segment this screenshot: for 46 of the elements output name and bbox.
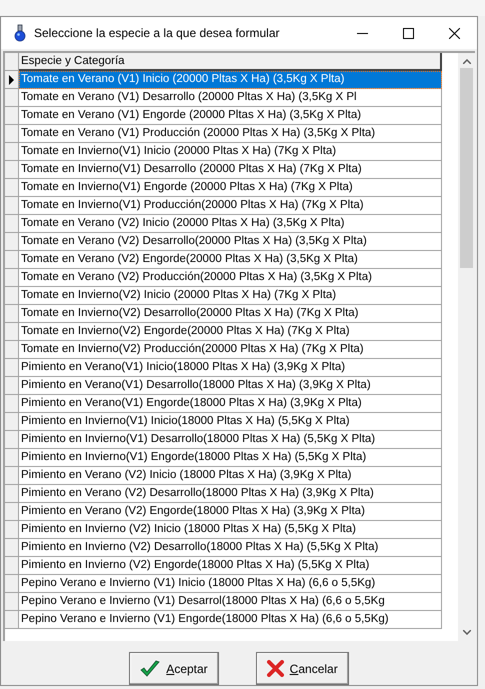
grid-row[interactable]: Pimiento en Verano(V1) Engorde(18000 Pltas X Ha) (3,9Kg X Plta) bbox=[19, 395, 442, 414]
grid-row[interactable]: Tomate en Invierno(V1) Engorde (20000 Pltas X Ha) (7Kg X Plta) bbox=[19, 179, 442, 198]
grid-row[interactable]: Pimiento en Invierno(V1) Inicio(18000 Pltas X Ha) (5,5Kg X Plta) bbox=[19, 413, 442, 432]
grid-row[interactable]: Tomate en Verano (V1) Engorde (20000 Pltas X Ha) (3,5Kg X Plta) bbox=[19, 107, 442, 126]
scroll-down-icon bbox=[462, 630, 470, 636]
grid-row[interactable]: Pepino Verano e Invierno (V1) Inicio (18000 Pltas X Ha) (6,6 o 5,5Kg) bbox=[19, 575, 442, 594]
flask-icon bbox=[13, 24, 27, 42]
minimize-icon bbox=[356, 32, 368, 34]
grid-row[interactable]: Pimiento en Verano(V1) Inicio(18000 Pltas X Ha) (3,9Kg X Plta) bbox=[19, 359, 442, 378]
grid-row[interactable]: Tomate en Verano (V1) Producción (20000 Pltas X Ha) (3,5Kg X Plta) bbox=[19, 125, 442, 144]
grid-row[interactable]: Tomate en Verano (V2) Producción(20000 Pltas X Ha) (3,5Kg X Plta) bbox=[19, 269, 442, 288]
grid-row[interactable]: Pimiento en Invierno (V2) Engorde(18000 Pltas X Ha) (5,5Kg X Plta) bbox=[19, 557, 442, 576]
grid-row[interactable]: Tomate en Invierno(V1) Inicio (20000 Pltas X Ha) (7Kg X Plta) bbox=[19, 143, 442, 162]
grid-row[interactable]: Tomate en Verano (V2) Engorde(20000 Pltas X Ha) (3,5Kg X Plta) bbox=[19, 251, 442, 270]
grid-row[interactable]: Pimiento en Verano (V2) Engorde(18000 Pltas X Ha) (3,9Kg X Plta) bbox=[19, 503, 442, 522]
scrollbar-thumb[interactable] bbox=[460, 68, 473, 268]
vertical-scrollbar[interactable] bbox=[458, 53, 475, 642]
grid-row[interactable]: Pimiento en Invierno (V2) Inicio (18000 Pltas X Ha) (5,5Kg X Plta) bbox=[19, 521, 442, 540]
grid-row[interactable]: Tomate en Invierno(V1) Desarrollo (20000 Pltas X Ha) (7Kg X Plta) bbox=[19, 161, 442, 180]
grid-row[interactable]: Pepino Verano e Invierno (V1) Desarrol(18000 Pltas X Ha) (6,6 o 5,5Kg bbox=[19, 593, 442, 612]
grid-row[interactable]: Pimiento en Invierno(V1) Desarrollo(18000 Pltas X Ha) (5,5Kg X Plta) bbox=[19, 431, 442, 450]
grid-row[interactable]: Tomate en Invierno(V2) Producción(20000 Pltas X Ha) (7Kg X Plta) bbox=[19, 341, 442, 360]
grid-row[interactable]: Pimiento en Verano (V2) Inicio (18000 Pltas X Ha) (3,9Kg X Plta) bbox=[19, 467, 442, 486]
window-title: Seleccione la especie a la que desea formular bbox=[34, 25, 280, 42]
row-selector[interactable] bbox=[5, 71, 19, 90]
grid-row[interactable]: Pepino Verano e Invierno (V1) Engorde(18000 Pltas X Ha) (6,6 o 5,5Kg) bbox=[19, 611, 442, 630]
close-icon bbox=[448, 28, 460, 39]
grid-row[interactable]: Tomate en Verano (V1) Inicio (20000 Pltas X Ha) (3,5Kg X Plta) bbox=[19, 71, 442, 90]
grid-row[interactable]: Pimiento en Verano(V1) Desarrollo(18000 Pltas X Ha) (3,9Kg X Plta) bbox=[19, 377, 442, 396]
grid-row[interactable]: Pimiento en Verano (V2) Desarrollo(18000 Pltas X Ha) (3,9Kg X Plta) bbox=[19, 485, 442, 504]
column-header[interactable]: Especie y Categoría bbox=[19, 53, 442, 72]
cancel-button[interactable]: Cancelar bbox=[256, 652, 349, 686]
grid-row[interactable]: Tomate en Verano (V2) Desarrollo(20000 Pltas X Ha) (3,5Kg X Plta) bbox=[19, 233, 442, 252]
maximize-icon bbox=[402, 28, 414, 39]
scroll-up-icon bbox=[462, 59, 470, 64]
grid-row[interactable]: Pimiento en Invierno(V1) Engorde(18000 Pltas X Ha) (5,5Kg X Plta) bbox=[19, 449, 442, 468]
grid-row[interactable]: Tomate en Invierno(V2) Desarrollo(20000 Pltas X Ha) (7Kg X Plta) bbox=[19, 305, 442, 324]
grid-row[interactable]: Pimiento en Invierno (V2) Desarrollo(18000 Pltas X Ha) (5,5Kg X Plta) bbox=[19, 539, 442, 558]
grid-row[interactable]: Tomate en Verano (V1) Desarrollo (20000 Pltas X Ha) (3,5Kg X Pl bbox=[19, 89, 442, 108]
grid-row[interactable]: Tomate en Invierno(V1) Producción(20000 Pltas X Ha) (7Kg X Plta) bbox=[19, 197, 442, 216]
check-icon bbox=[140, 660, 160, 678]
grid-row[interactable]: Tomate en Invierno(V2) Engorde(20000 Pltas X Ha) (7Kg X Plta) bbox=[19, 323, 442, 342]
cross-icon bbox=[266, 660, 284, 678]
grid-row[interactable]: Tomate en Verano (V2) Inicio (20000 Pltas X Ha) (3,5Kg X Plta) bbox=[19, 215, 442, 234]
accept-button[interactable]: Aceptar bbox=[129, 652, 219, 686]
grid-row[interactable]: Tomate en Invierno(V2) Inicio (20000 Pltas X Ha) (7Kg X Plta) bbox=[19, 287, 442, 306]
